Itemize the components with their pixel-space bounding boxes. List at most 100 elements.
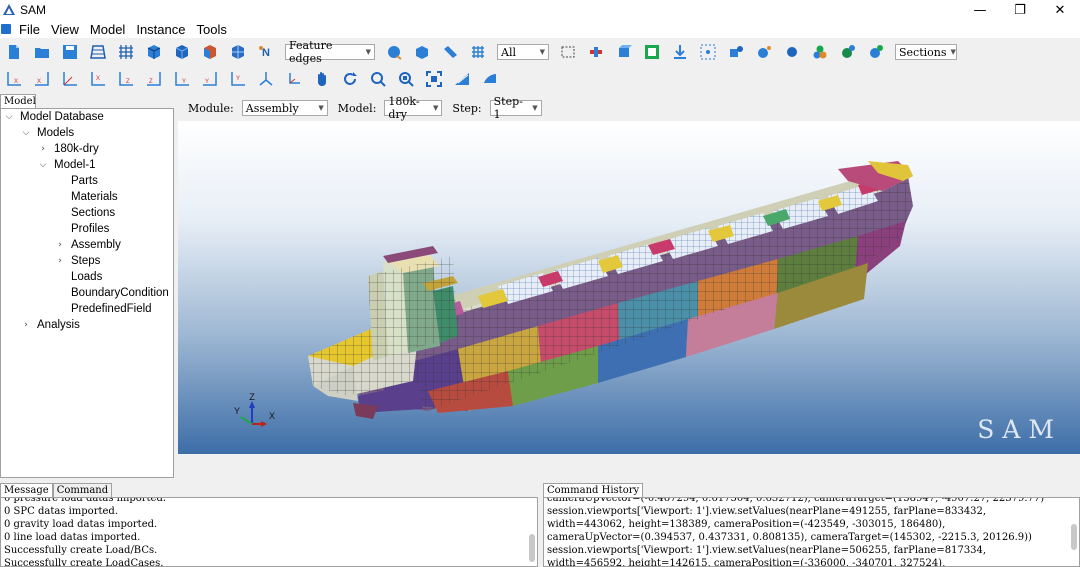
menu-file[interactable]: File xyxy=(14,22,46,37)
view-x-back-icon[interactable]: X xyxy=(33,70,51,88)
shaded-cube-icon[interactable] xyxy=(173,43,191,61)
save-icon[interactable] xyxy=(61,43,79,61)
tree-item-model-database[interactable]: ⌵ Model Database xyxy=(3,109,104,125)
open-folder-icon[interactable] xyxy=(33,43,51,61)
tree-item-materials[interactable]: Materials xyxy=(71,189,118,205)
chevron-down-icon[interactable]: ⌵ xyxy=(37,160,49,170)
sections-select[interactable]: Sections ▼ xyxy=(895,44,957,60)
solid-cube-icon[interactable] xyxy=(145,43,163,61)
tree-label: Models xyxy=(37,127,75,139)
chevron-down-icon[interactable]: ⌵ xyxy=(3,112,15,122)
maximize-button[interactable]: ❐ xyxy=(1000,0,1040,20)
tree-label: Assembly xyxy=(71,239,121,251)
chevron-right-icon[interactable]: › xyxy=(37,144,49,154)
render-mode-select[interactable]: Feature edges ▼ xyxy=(285,39,375,65)
view-z-back-icon[interactable]: Z xyxy=(145,70,163,88)
parallel-view-icon[interactable] xyxy=(481,70,499,88)
node-connect-icon[interactable] xyxy=(699,43,717,61)
history-line: width=456592, height=142615, cameraPosit… xyxy=(547,558,946,567)
chevron-right-icon[interactable]: › xyxy=(20,320,32,330)
sphere-ring-icon[interactable] xyxy=(867,43,885,61)
ship-model: Z X Y xyxy=(234,161,913,427)
download-arrow-icon[interactable] xyxy=(671,43,689,61)
mesh-bars-icon[interactable] xyxy=(89,43,107,61)
fit-select-icon[interactable] xyxy=(643,43,661,61)
tree-item-model-1[interactable]: ⌵ Model-1 xyxy=(37,157,96,173)
tab-command[interactable]: Command xyxy=(52,483,113,497)
chevron-right-icon[interactable]: › xyxy=(54,240,66,250)
fit-view-icon[interactable] xyxy=(425,70,443,88)
wire-cube-icon[interactable] xyxy=(229,43,247,61)
model-label: Model: xyxy=(337,101,377,115)
message-scrollbar[interactable] xyxy=(529,534,535,562)
tree-item-assembly[interactable]: › Assembly xyxy=(54,237,121,253)
tree-item-profiles[interactable]: Profiles xyxy=(71,221,109,237)
minimize-button[interactable]: — xyxy=(960,0,1000,20)
chevron-right-icon[interactable]: › xyxy=(54,256,66,266)
iso-axes-icon[interactable] xyxy=(257,70,275,88)
tree-label: 180k-dry xyxy=(54,143,99,155)
view-y-back-icon[interactable]: Y xyxy=(201,70,219,88)
tree-item-sections[interactable]: Sections xyxy=(71,205,115,221)
sphere-link-icon[interactable] xyxy=(755,43,773,61)
menu-view[interactable]: View xyxy=(46,22,85,37)
tab-message[interactable]: Message xyxy=(0,483,53,497)
tree-item-steps[interactable]: › Steps xyxy=(54,253,100,269)
tree-item-analysis[interactable]: › Analysis xyxy=(20,317,80,333)
menu-model[interactable]: Model xyxy=(85,22,131,37)
pan-hand-icon[interactable] xyxy=(313,70,331,88)
zoom-icon[interactable] xyxy=(369,70,387,88)
sphere-select-icon[interactable] xyxy=(385,43,403,61)
node-grid-icon[interactable] xyxy=(469,43,487,61)
view-x-front-icon[interactable]: X xyxy=(5,70,23,88)
tree-label: Model Database xyxy=(20,111,104,123)
menu-tools[interactable]: Tools xyxy=(191,22,232,37)
svg-text:Y: Y xyxy=(182,79,186,85)
part-select-icon[interactable] xyxy=(413,43,431,61)
view-toolbar: X X X Z Z Y Y Y xyxy=(0,66,1080,92)
perspective-icon[interactable] xyxy=(453,70,471,88)
axes-triad-icon[interactable] xyxy=(285,70,303,88)
rotate-icon[interactable] xyxy=(341,70,359,88)
box-select-icon[interactable] xyxy=(559,43,577,61)
model-select[interactable]: 180k-dry ▼ xyxy=(384,95,443,121)
cube-sphere-icon[interactable] xyxy=(727,43,745,61)
3d-viewport[interactable]: Z X Y SAM xyxy=(178,121,1080,454)
chevron-down-icon: ▼ xyxy=(950,48,956,56)
tree-label: Parts xyxy=(71,175,98,187)
menu-instance[interactable]: Instance xyxy=(131,22,191,37)
model-tab[interactable]: Model xyxy=(0,94,36,108)
history-scrollbar[interactable] xyxy=(1071,524,1077,550)
app-logo-icon xyxy=(3,4,15,15)
tree-item-180k-dry[interactable]: › 180k-dry xyxy=(37,141,99,157)
sphere-group-icon[interactable] xyxy=(839,43,857,61)
sphere-icon[interactable] xyxy=(783,43,801,61)
tree-item-predefined-field[interactable]: PredefinedField xyxy=(71,301,152,317)
new-file-icon[interactable] xyxy=(5,43,23,61)
tree-item-boundary-condition[interactable]: BoundaryCondition xyxy=(71,285,169,301)
step-select[interactable]: Step-1 ▼ xyxy=(489,95,542,121)
mesh-grid-icon[interactable] xyxy=(117,43,135,61)
box-view-icon[interactable] xyxy=(615,43,633,61)
colored-spheres-icon[interactable] xyxy=(811,43,829,61)
normal-n-icon[interactable]: N xyxy=(257,43,275,61)
view-x-iso-icon[interactable] xyxy=(61,70,79,88)
tree-item-loads[interactable]: Loads xyxy=(71,269,102,285)
view-y-side-icon[interactable]: Y xyxy=(229,70,247,88)
chevron-down-icon[interactable]: ⌵ xyxy=(20,128,32,138)
tab-command-history[interactable]: Command History xyxy=(543,483,644,497)
ruler-icon[interactable] xyxy=(441,43,459,61)
close-button[interactable]: ✕ xyxy=(1040,0,1080,20)
cut-plane-icon[interactable] xyxy=(587,43,605,61)
tree-item-models[interactable]: ⌵ Models xyxy=(20,125,75,141)
view-z-front-icon[interactable]: Z xyxy=(117,70,135,88)
tree-label: Analysis xyxy=(37,319,80,331)
selection-filter-select[interactable]: All ▼ xyxy=(497,44,549,60)
zoom-box-icon[interactable] xyxy=(397,70,415,88)
view-x-side-icon[interactable]: X xyxy=(89,70,107,88)
module-select[interactable]: Assembly ▼ xyxy=(241,100,328,116)
colored-cube-icon[interactable] xyxy=(201,43,219,61)
triad-z-label: Z xyxy=(249,392,255,402)
tree-item-parts[interactable]: Parts xyxy=(71,173,98,189)
view-y-front-icon[interactable]: Y xyxy=(173,70,191,88)
